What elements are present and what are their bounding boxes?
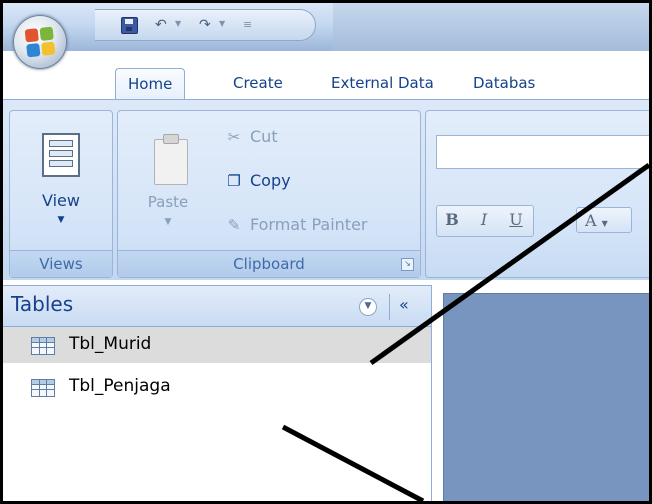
undo-dropdown-icon[interactable]: ▼ [175, 19, 181, 28]
navigation-pane-header[interactable]: Tables ▼ « [3, 285, 431, 327]
bold-button[interactable]: B [439, 207, 465, 233]
font-name-input[interactable] [436, 135, 649, 169]
redo-icon[interactable]: ↷ [199, 18, 211, 32]
navigation-pane: Tables ▼ « Tbl_Murid Tbl_Penjaga [3, 285, 432, 501]
ribbon: View ▼ Views Paste ▼ ✂ Cut ❐ Copy ✎ Format … [3, 99, 649, 280]
navigation-pane-title: Tables [11, 292, 74, 316]
scissors-icon: ✂ [227, 128, 241, 146]
redo-dropdown-icon[interactable]: ▼ [219, 19, 225, 28]
font-color-label: A [585, 211, 597, 230]
save-icon[interactable] [121, 17, 138, 34]
format-painter-button[interactable]: ✎ Format Painter [222, 213, 368, 237]
workspace-area [433, 285, 649, 501]
view-button[interactable]: View [10, 191, 112, 210]
tab-database-tools[interactable]: Databas [461, 68, 547, 98]
clipboard-group-label: Clipboard [118, 250, 420, 277]
clipboard-launcher-icon[interactable]: ↘ [401, 258, 414, 271]
paste-dropdown-icon[interactable]: ▼ [138, 217, 198, 227]
tab-create[interactable]: Create [221, 68, 295, 98]
cut-button[interactable]: ✂ Cut [222, 125, 278, 149]
view-dropdown-icon[interactable]: ▼ [10, 215, 112, 225]
office-logo-icon [24, 26, 56, 58]
view-icon[interactable] [42, 133, 80, 177]
format-painter-label: Format Painter [250, 215, 368, 234]
collapse-pane-icon[interactable]: « [399, 295, 409, 314]
clipboard-group: Paste ▼ ✂ Cut ❐ Copy ✎ Format Painter Clipb… [117, 110, 421, 278]
cut-label: Cut [250, 127, 278, 146]
customize-toolbar-icon[interactable]: ≡ [243, 18, 252, 31]
header-divider [389, 294, 390, 320]
ribbon-tabs: Home Create External Data Databas [3, 55, 649, 99]
access-window: ↶ ▼ ↷ ▼ ≡ Home Create External Data Data… [0, 0, 652, 504]
title-bar-glass [333, 3, 649, 51]
copy-label: Copy [250, 171, 291, 190]
tab-external-data[interactable]: External Data [319, 68, 446, 98]
italic-button[interactable]: I [471, 207, 497, 233]
table-icon [31, 337, 55, 355]
table-icon [31, 379, 55, 397]
copy-button[interactable]: ❐ Copy [222, 169, 291, 193]
undo-icon[interactable]: ↶ [155, 18, 167, 32]
font-group: B I U A ▼ [425, 110, 649, 278]
chevron-down-icon[interactable]: ▼ [359, 298, 377, 316]
quick-access-toolbar: ↶ ▼ ↷ ▼ ≡ [95, 9, 316, 41]
paste-button[interactable]: Paste [138, 193, 198, 211]
views-group-label: Views [10, 250, 112, 277]
workspace-background [443, 293, 649, 501]
font-color-button[interactable]: A ▼ [576, 207, 632, 233]
title-bar: ↶ ▼ ↷ ▼ ≡ [3, 3, 649, 51]
underline-button[interactable]: U [503, 207, 529, 233]
office-button[interactable] [13, 15, 67, 69]
views-group: View ▼ Views [9, 110, 113, 278]
table-item-label: Tbl_Murid [69, 334, 152, 354]
tab-home[interactable]: Home [115, 68, 186, 99]
copy-icon: ❐ [227, 172, 241, 190]
table-item-label: Tbl_Penjaga [69, 376, 171, 396]
format-buttons: B I U [436, 205, 534, 237]
table-item-tbl-murid[interactable]: Tbl_Murid [3, 327, 431, 363]
paste-icon[interactable] [154, 134, 188, 185]
brush-icon: ✎ [227, 216, 241, 234]
table-item-tbl-penjaga[interactable]: Tbl_Penjaga [3, 376, 431, 415]
